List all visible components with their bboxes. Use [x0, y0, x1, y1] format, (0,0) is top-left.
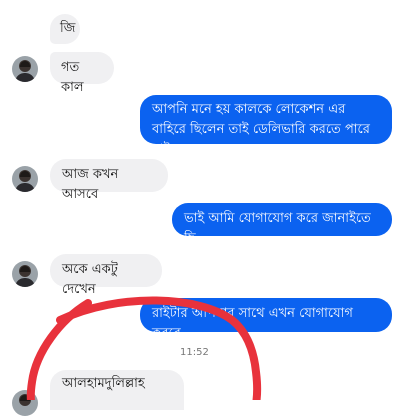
contact-avatar-icon — [12, 56, 38, 82]
contact-avatar-icon — [12, 261, 38, 287]
incoming-message[interactable]: আজ কখন আসবে — [50, 159, 168, 202]
avatar[interactable] — [12, 166, 38, 192]
contact-avatar-icon — [12, 166, 38, 192]
incoming-message[interactable]: জি — [50, 14, 80, 44]
message-text: আলহামদুলিল্লাহ — [62, 376, 145, 391]
message-text: রাইটার আপনার সাথে এখন যোগাযোগ করবে — [152, 306, 353, 341]
incoming-message[interactable]: আলহামদুলিল্লাহ — [50, 370, 184, 410]
incoming-message[interactable]: অকে একটু দেখেন — [50, 254, 162, 297]
top-cropped-message — [150, 0, 392, 12]
message-text: অকে একটু দেখেন — [62, 262, 118, 297]
message-text: ভাই আমি যোগাযোগ করে জানাইতে ছি — [184, 211, 371, 246]
outgoing-message[interactable]: আপনি মনে হয় কালকে লোকেশন এর বাহিরে ছিলে… — [140, 95, 392, 157]
incoming-message[interactable]: গত কাল — [50, 52, 114, 95]
avatar[interactable] — [12, 390, 38, 416]
message-text: আপনি মনে হয় কালকে লোকেশন এর বাহিরে ছিলে… — [152, 102, 370, 157]
outgoing-message[interactable]: রাইটার আপনার সাথে এখন যোগাযোগ করবে — [140, 298, 392, 341]
outgoing-message[interactable]: ভাই আমি যোগাযোগ করে জানাইতে ছি — [172, 203, 392, 246]
message-text: আজ কখন আসবে — [62, 167, 119, 202]
avatar[interactable] — [12, 56, 38, 82]
avatar[interactable] — [12, 261, 38, 287]
message-text: জি — [60, 21, 76, 36]
message-text: গত কাল — [61, 60, 84, 95]
contact-avatar-icon — [12, 390, 38, 416]
message-timestamp: 11:52 — [180, 347, 209, 358]
